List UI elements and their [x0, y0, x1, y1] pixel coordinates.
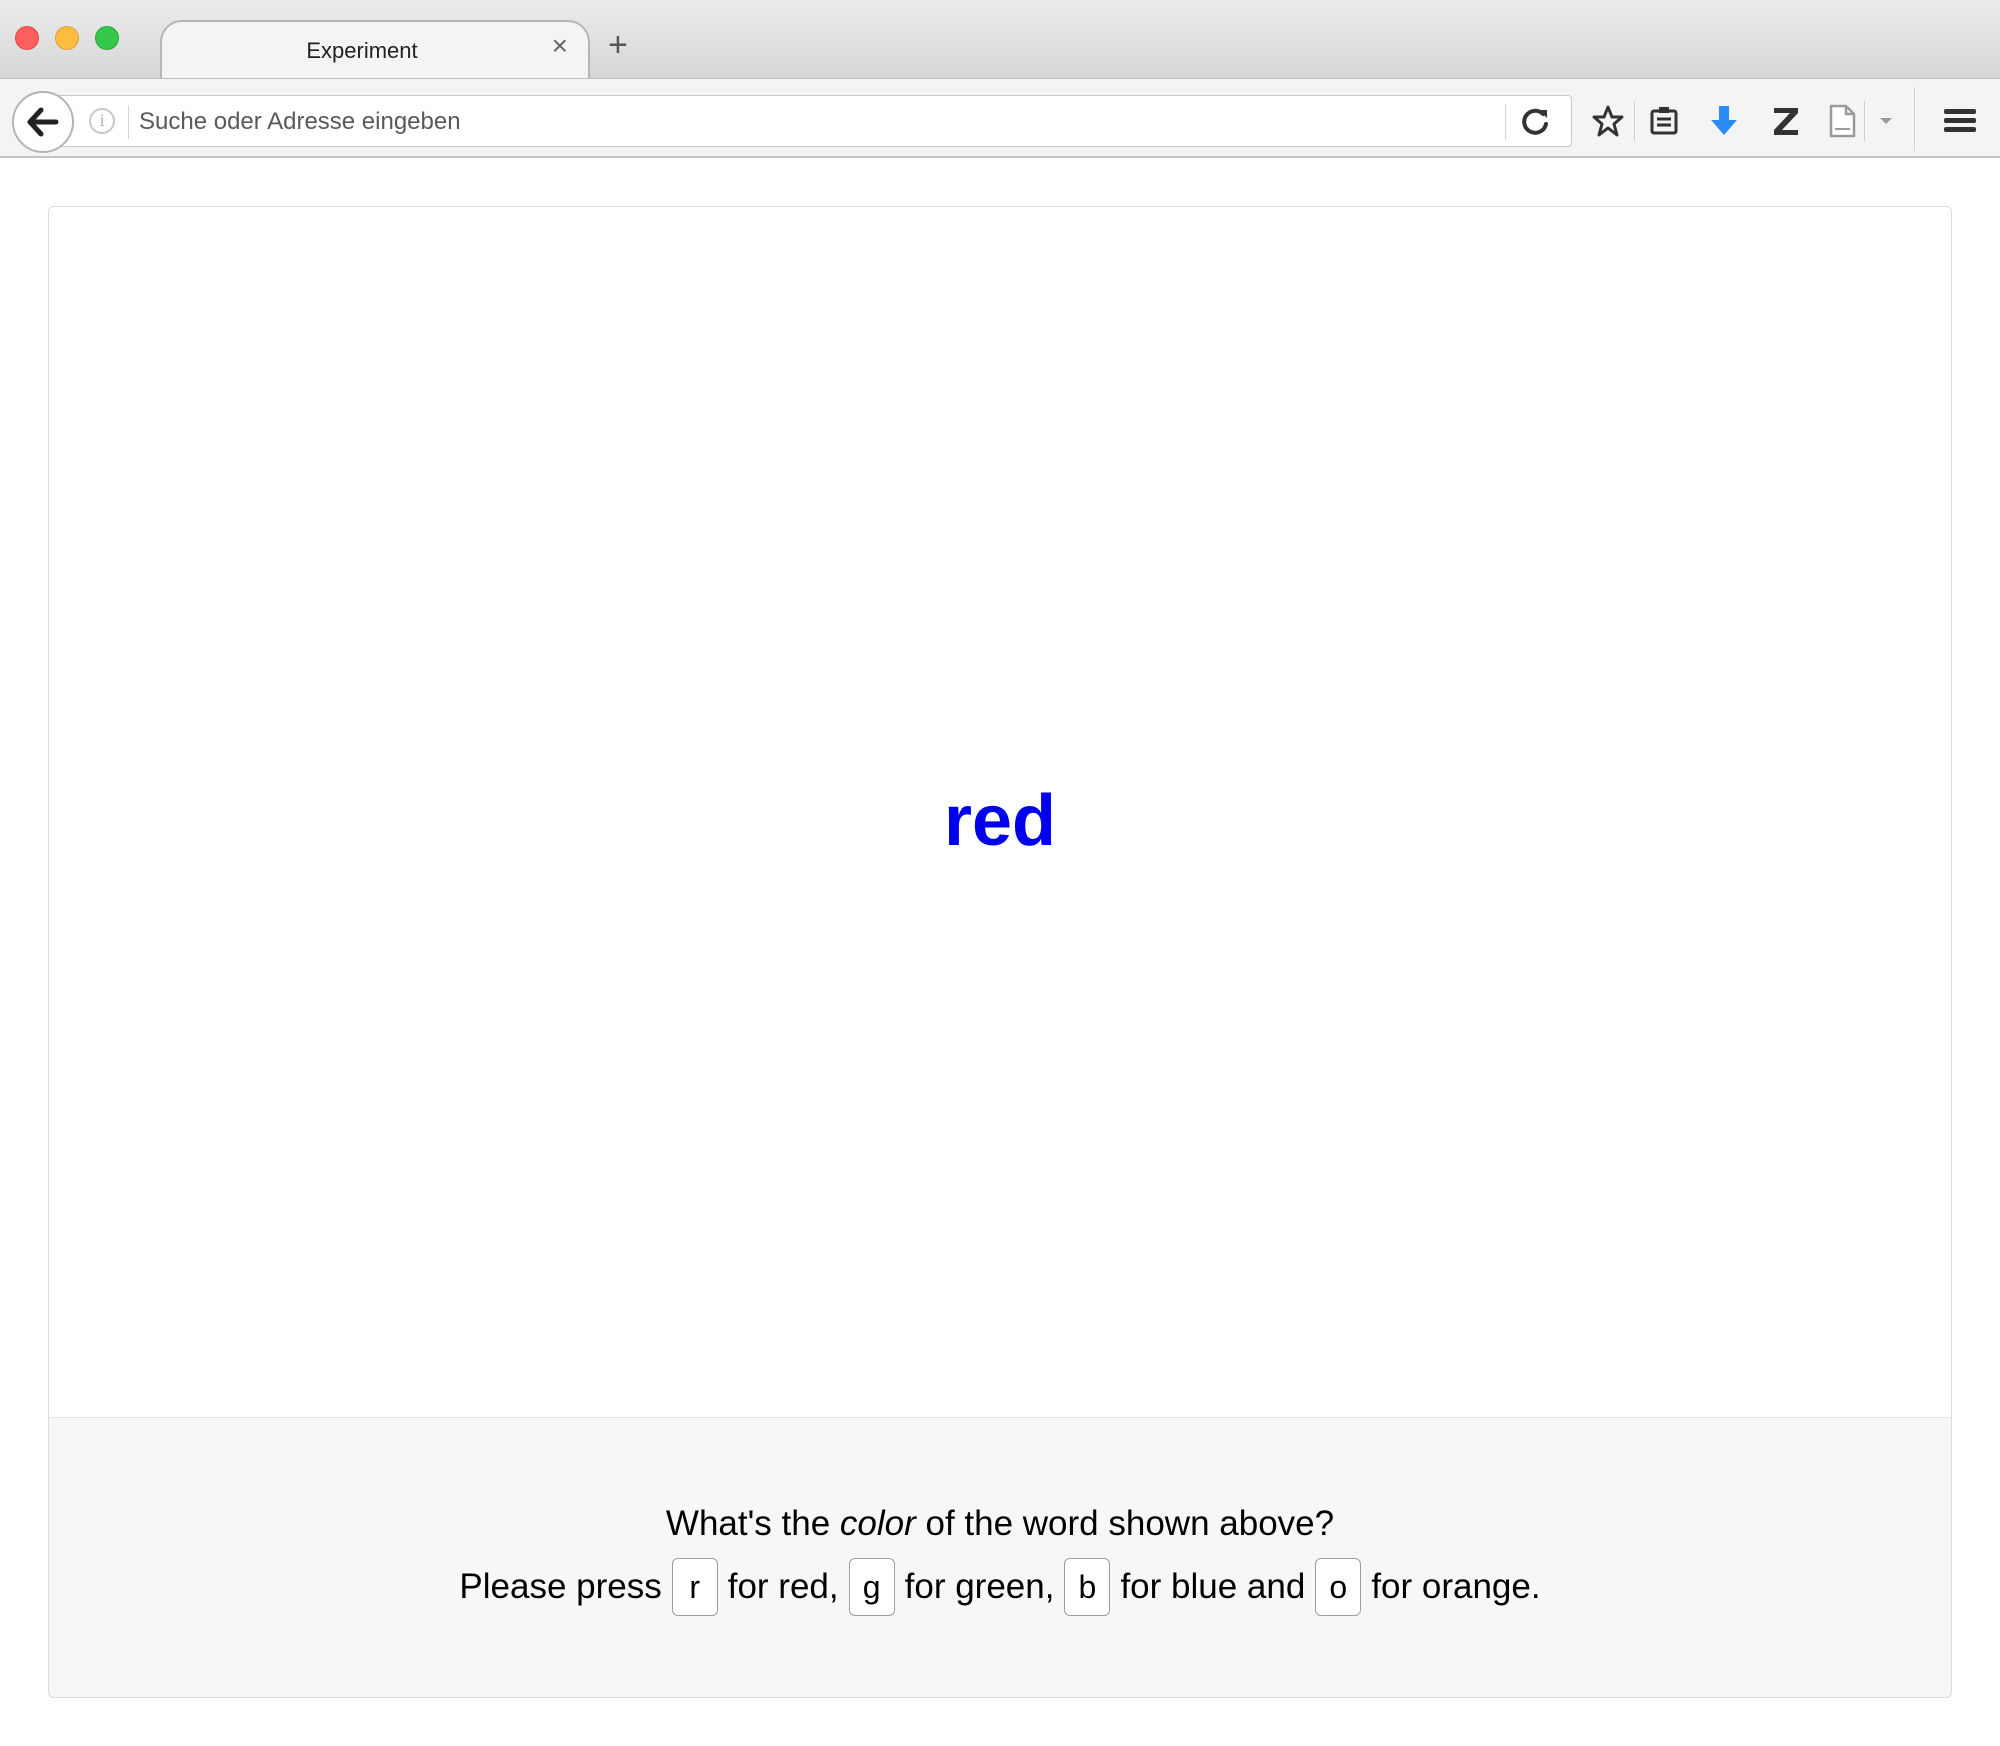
close-window-button[interactable] [15, 26, 39, 50]
response-instructions: What's the color of the word shown above… [49, 1417, 1951, 1697]
question-text-start: What's the [665, 1504, 840, 1543]
toolbar-divider [1864, 101, 1865, 141]
page-menu-dropdown[interactable] [1866, 101, 1906, 141]
info-icon[interactable]: i [89, 108, 115, 134]
key-instruction: Please press r for red, g for green, b f… [49, 1558, 1951, 1616]
key-o: o [1315, 1558, 1362, 1616]
tab-experiment[interactable]: Experiment × [160, 20, 590, 80]
tab-title: Experiment [306, 38, 418, 63]
toolbar-divider [1914, 87, 1915, 151]
key-b: b [1064, 1558, 1111, 1616]
zoom-window-button[interactable] [95, 26, 119, 50]
star-icon [1592, 105, 1624, 137]
chevron-down-icon [1880, 118, 1892, 124]
minimize-window-button[interactable] [55, 26, 79, 50]
stimulus-word: red [943, 781, 1057, 861]
stimulus-area: red [49, 207, 1951, 1417]
bookmark-star-button[interactable] [1588, 101, 1628, 141]
option-blue-label: for blue and [1120, 1567, 1306, 1606]
question-emphasis: color [839, 1504, 916, 1543]
question-text-end: of the word shown above? [915, 1504, 1335, 1543]
bookmarks-list-icon [1650, 107, 1678, 135]
key-r: r [671, 1558, 718, 1616]
back-button[interactable] [12, 91, 74, 153]
zotero-button[interactable] [1766, 101, 1806, 141]
main-menu-button[interactable] [1940, 101, 1980, 141]
zotero-icon [1774, 108, 1798, 135]
option-green-label: for green, [904, 1567, 1055, 1606]
download-arrow-icon [1711, 106, 1737, 135]
key-g: g [848, 1558, 895, 1616]
title-bar: Experiment × + [0, 0, 2000, 80]
new-tab-button[interactable]: + [608, 28, 628, 62]
question-text: What's the color of the word shown above… [49, 1504, 1951, 1544]
instruction-prefix: Please press [459, 1567, 662, 1606]
url-bar[interactable]: i [50, 95, 1572, 147]
option-orange-label: for orange. [1371, 1567, 1541, 1606]
page-button[interactable] [1822, 101, 1862, 141]
page-content: red What's the color of the word shown a… [0, 160, 2000, 1746]
back-arrow-icon [27, 107, 59, 137]
toolbar-divider [1634, 101, 1635, 141]
bookmarks-menu-button[interactable] [1644, 101, 1684, 141]
page-icon [1829, 104, 1856, 138]
hamburger-menu-icon [1944, 109, 1976, 132]
experiment-panel: red What's the color of the word shown a… [48, 206, 1952, 1698]
option-red-label: for red, [727, 1567, 839, 1606]
tab-close-icon[interactable]: × [552, 32, 568, 60]
address-input[interactable] [137, 104, 1537, 140]
reload-divider [1505, 104, 1506, 140]
downloads-button[interactable] [1704, 101, 1744, 141]
navigation-toolbar: i [0, 78, 2000, 158]
url-divider [128, 105, 129, 139]
reload-icon [1522, 108, 1548, 135]
reload-button[interactable] [1517, 105, 1557, 141]
